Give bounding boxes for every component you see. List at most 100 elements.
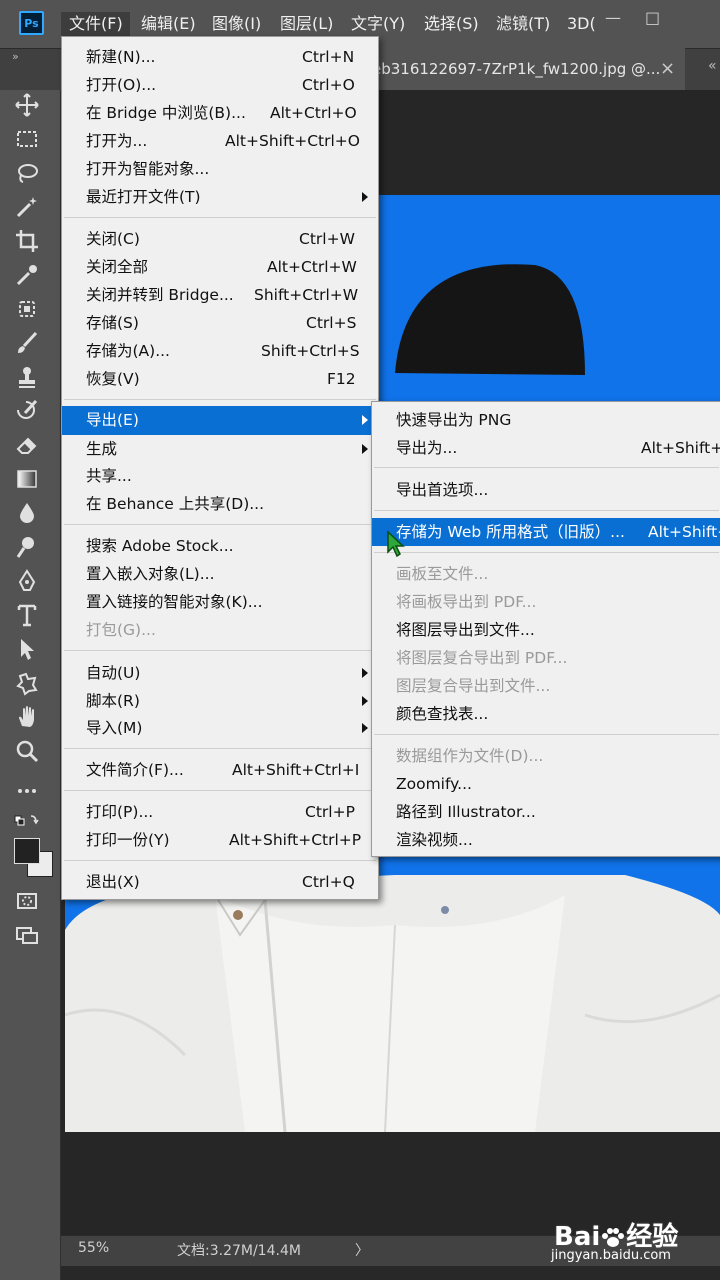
menu-item-scripts[interactable]: 脚本(R) bbox=[62, 687, 378, 715]
menu-item-print[interactable]: 打印(P)... Ctrl+P bbox=[62, 798, 378, 826]
submenu-item-quick-export-png[interactable]: 快速导出为 PNG bbox=[372, 406, 720, 434]
menu-item-export[interactable]: 导出(E) bbox=[62, 406, 378, 435]
submenu-item-zoomify[interactable]: Zoomify... bbox=[372, 770, 720, 798]
dodge-tool-icon[interactable] bbox=[14, 534, 52, 564]
submenu-item-save-for-web[interactable]: 存储为 Web 所用格式（旧版）... Alt+Shift+ bbox=[372, 518, 720, 546]
blur-tool-icon[interactable] bbox=[14, 500, 52, 530]
menu-item-import[interactable]: 导入(M) bbox=[62, 714, 378, 742]
status-arrow-icon[interactable]: 〉 bbox=[355, 1240, 369, 1260]
foreground-color-swatch[interactable] bbox=[14, 838, 40, 864]
menu-item-recent-files[interactable]: 最近打开文件(T) bbox=[62, 183, 378, 211]
type-tool-icon[interactable] bbox=[14, 602, 52, 632]
collapse-panel-icon[interactable]: » bbox=[12, 50, 19, 63]
paw-icon bbox=[600, 1226, 626, 1250]
menu-3d[interactable]: 3D( bbox=[567, 12, 596, 36]
submenu-item-layer-comps-to-pdf: 将图层复合导出到 PDF... bbox=[396, 649, 568, 667]
menu-divider bbox=[64, 399, 376, 400]
menu-divider bbox=[374, 552, 719, 553]
submenu-item-artboards-to-files: 画板至文件... bbox=[396, 565, 489, 583]
menu-filter[interactable]: 滤镜(T) bbox=[496, 12, 550, 36]
menu-item-exit[interactable]: 退出(X) Ctrl+Q bbox=[62, 868, 378, 896]
swap-colors-icon[interactable] bbox=[14, 812, 52, 832]
file-menu: 新建(N)... Ctrl+N 打开(O)... Ctrl+O 在 Bridge… bbox=[61, 36, 379, 900]
quick-mask-icon[interactable] bbox=[14, 888, 52, 918]
submenu-item-paths-to-illustrator[interactable]: 路径到 Illustrator... bbox=[372, 798, 720, 826]
menu-image[interactable]: 图像(I) bbox=[212, 12, 261, 36]
submenu-item-color-lookup-tables[interactable]: 颜色查找表... bbox=[372, 700, 720, 728]
menu-item-save-as[interactable]: 存储为(A)... Shift+Ctrl+S bbox=[62, 337, 378, 365]
menu-edit[interactable]: 编辑(E) bbox=[141, 12, 196, 36]
document-tab-title: eb316122697-7ZrP1k_fw1200.jpg @... bbox=[372, 60, 661, 78]
custom-shape-icon[interactable] bbox=[14, 670, 52, 700]
submenu-item-artboards-to-pdf: 将画板导出到 PDF... bbox=[396, 593, 537, 611]
menu-type[interactable]: 文字(Y) bbox=[351, 12, 405, 36]
menu-item-package: 打包(G)... bbox=[86, 621, 156, 639]
menu-divider bbox=[374, 734, 719, 735]
menu-item-open-smart-object[interactable]: 打开为智能对象... bbox=[62, 155, 378, 183]
submenu-arrow-icon bbox=[362, 696, 368, 706]
menu-divider bbox=[64, 860, 376, 861]
menu-item-revert[interactable]: 恢复(V) F12 bbox=[62, 365, 378, 393]
minimize-icon[interactable]: — bbox=[605, 8, 621, 27]
submenu-item-layers-to-files[interactable]: 将图层导出到文件... bbox=[372, 616, 720, 644]
collapse-right-icon[interactable]: « bbox=[708, 58, 717, 74]
more-tools-icon[interactable] bbox=[14, 778, 52, 808]
maximize-icon[interactable]: □ bbox=[645, 8, 660, 27]
path-selection-icon[interactable] bbox=[14, 636, 52, 666]
menu-item-close-all[interactable]: 关闭全部 Alt+Ctrl+W bbox=[62, 253, 378, 281]
tools-panel bbox=[0, 90, 61, 1280]
menu-item-save[interactable]: 存储(S) Ctrl+S bbox=[62, 309, 378, 337]
menu-item-new[interactable]: 新建(N)... Ctrl+N bbox=[62, 43, 378, 71]
history-brush-icon[interactable] bbox=[14, 398, 52, 428]
magic-wand-icon[interactable] bbox=[14, 194, 52, 224]
marquee-tool-icon[interactable] bbox=[14, 126, 52, 156]
menu-select[interactable]: 选择(S) bbox=[424, 12, 479, 36]
close-tab-icon[interactable]: × bbox=[660, 58, 675, 79]
mouse-cursor-icon bbox=[386, 530, 406, 558]
gradient-tool-icon[interactable] bbox=[14, 466, 52, 496]
menu-item-automate[interactable]: 自动(U) bbox=[62, 659, 378, 687]
lasso-tool-icon[interactable] bbox=[14, 160, 52, 190]
menu-item-open-as[interactable]: 打开为... Alt+Shift+Ctrl+O bbox=[62, 127, 378, 155]
menu-item-search-stock[interactable]: 搜索 Adobe Stock... bbox=[62, 532, 378, 560]
submenu-item-render-video[interactable]: 渲染视频... bbox=[372, 826, 720, 854]
menu-item-generate[interactable]: 生成 bbox=[62, 435, 378, 463]
menu-item-place-embedded[interactable]: 置入嵌入对象(L)... bbox=[62, 560, 378, 588]
document-info: 文档:3.27M/14.4M bbox=[177, 1243, 301, 1259]
menu-divider bbox=[374, 510, 719, 511]
menu-divider bbox=[64, 790, 376, 791]
pen-tool-icon[interactable] bbox=[14, 568, 52, 598]
zoom-tool-icon[interactable] bbox=[14, 738, 52, 768]
menu-divider bbox=[64, 217, 376, 218]
brush-tool-icon[interactable] bbox=[14, 330, 52, 360]
menu-file[interactable]: 文件(F) bbox=[61, 12, 130, 38]
menu-item-print-one-copy[interactable]: 打印一份(Y) Alt+Shift+Ctrl+P bbox=[62, 826, 378, 854]
zoom-level[interactable]: 55% bbox=[78, 1240, 109, 1256]
menu-layer[interactable]: 图层(L) bbox=[280, 12, 333, 36]
menu-item-place-linked[interactable]: 置入链接的智能对象(K)... bbox=[62, 588, 378, 616]
submenu-item-export-as[interactable]: 导出为... Alt+Shift+C bbox=[372, 434, 720, 462]
export-submenu: 快速导出为 PNG 导出为... Alt+Shift+C 导出首选项... 存储… bbox=[371, 401, 720, 857]
move-tool-icon[interactable] bbox=[14, 92, 52, 122]
baidu-url: jingyan.baidu.com bbox=[551, 1248, 671, 1263]
menu-item-close-go-bridge[interactable]: 关闭并转到 Bridge... Shift+Ctrl+W bbox=[62, 281, 378, 309]
eraser-icon[interactable] bbox=[14, 432, 52, 462]
submenu-item-export-preferences[interactable]: 导出首选项... bbox=[372, 476, 720, 504]
menu-item-file-info[interactable]: 文件简介(F)... Alt+Shift+Ctrl+I bbox=[62, 756, 378, 784]
menu-divider bbox=[64, 748, 376, 749]
menu-item-share[interactable]: 共享... bbox=[62, 462, 378, 490]
submenu-arrow-icon bbox=[362, 723, 368, 733]
menu-divider bbox=[374, 467, 719, 468]
menu-item-share-behance[interactable]: 在 Behance 上共享(D)... bbox=[62, 490, 378, 518]
crop-tool-icon[interactable] bbox=[14, 228, 52, 258]
eyedropper-icon[interactable] bbox=[14, 262, 52, 292]
menu-item-browse-bridge[interactable]: 在 Bridge 中浏览(B)... Alt+Ctrl+O bbox=[62, 99, 378, 127]
menu-item-close[interactable]: 关闭(C) Ctrl+W bbox=[62, 225, 378, 253]
submenu-item-layer-comps-to-files: 图层复合导出到文件... bbox=[396, 677, 551, 695]
submenu-arrow-icon bbox=[362, 444, 368, 454]
stamp-tool-icon[interactable] bbox=[14, 364, 52, 394]
screen-mode-icon[interactable] bbox=[14, 922, 52, 952]
patch-tool-icon[interactable] bbox=[14, 296, 52, 326]
menu-item-open[interactable]: 打开(O)... Ctrl+O bbox=[62, 71, 378, 99]
hand-tool-icon[interactable] bbox=[14, 704, 52, 734]
